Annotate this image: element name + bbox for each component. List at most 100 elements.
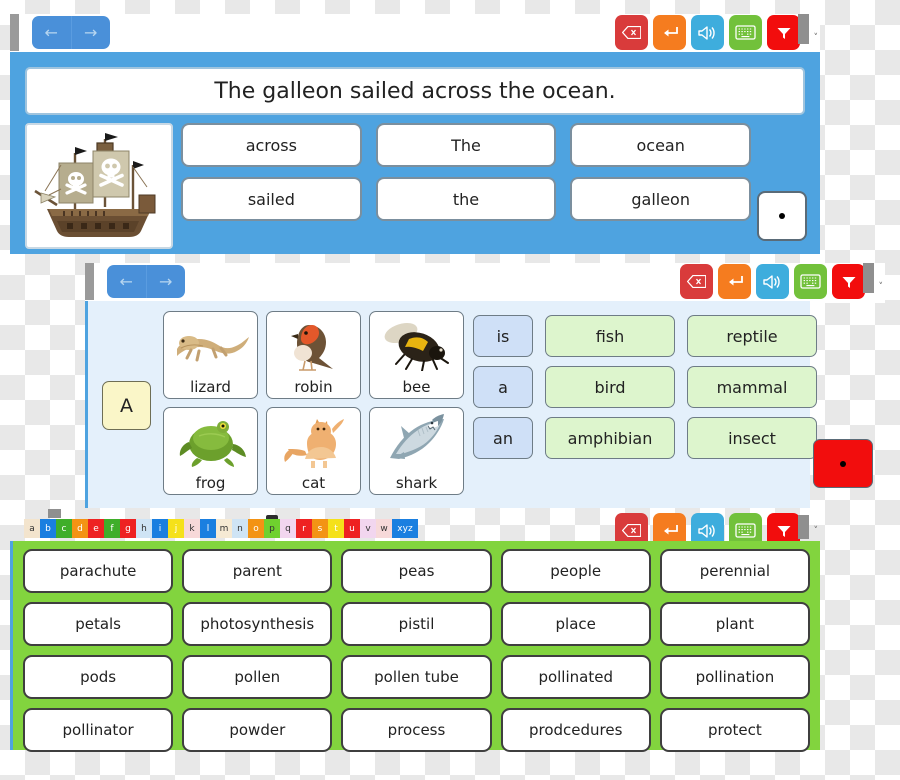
- category-tile[interactable]: bird: [545, 366, 675, 408]
- word-bank-tile[interactable]: plant: [659, 602, 811, 646]
- word-bank-tile[interactable]: parent: [182, 549, 333, 593]
- alphabet-index-bar: a b c d e f g h i j k l m n o p q r s t u v w xyz: [24, 515, 418, 538]
- word-bank-tile[interactable]: peas: [341, 549, 492, 593]
- back-arrow-icon[interactable]: ←: [32, 16, 71, 49]
- alphabet-key-s[interactable]: s: [312, 519, 328, 538]
- alphabet-key-f[interactable]: f: [104, 519, 120, 538]
- alphabet-key-v[interactable]: v: [360, 519, 376, 538]
- keyboard-button[interactable]: [794, 264, 827, 299]
- word-bank-tile[interactable]: perennial: [659, 549, 811, 593]
- word-bank-tile[interactable]: pollinated: [500, 655, 651, 699]
- animal-card-bee[interactable]: bee: [369, 311, 464, 399]
- chevron-down-icon[interactable]: ˅: [814, 34, 819, 43]
- word-bank-tile[interactable]: petals: [23, 602, 174, 646]
- alphabet-key-c[interactable]: c: [56, 519, 72, 538]
- article-tile[interactable]: A: [102, 381, 151, 430]
- period-dot-icon: [840, 460, 846, 467]
- alphabet-key-r[interactable]: r: [296, 519, 312, 538]
- alphabet-key-d[interactable]: d: [72, 519, 88, 538]
- word-tile[interactable]: across: [181, 123, 362, 167]
- speak-button[interactable]: [756, 264, 789, 299]
- alphabet-key-l[interactable]: l: [200, 519, 216, 538]
- alphabet-key-j[interactable]: j: [168, 519, 184, 538]
- alphabet-key-u[interactable]: u: [344, 519, 360, 538]
- alphabet-key-t[interactable]: t: [328, 519, 344, 538]
- speak-button[interactable]: [691, 15, 724, 50]
- period-dot-icon: [779, 213, 785, 219]
- animal-card-robin[interactable]: robin: [266, 311, 361, 399]
- animal-card-cat[interactable]: cat: [266, 407, 361, 495]
- animal-card-lizard[interactable]: lizard: [163, 311, 258, 399]
- word-bank-tile[interactable]: pollinator: [23, 708, 174, 752]
- alphabet-key-xyz[interactable]: xyz: [392, 519, 418, 538]
- word-tile[interactable]: ocean: [570, 123, 752, 167]
- panel1-scroll-grip[interactable]: [10, 14, 19, 51]
- alphabet-key-e[interactable]: e: [88, 519, 104, 538]
- word-bank-tile[interactable]: photosynthesis: [182, 602, 333, 646]
- alphabet-key-q[interactable]: q: [280, 519, 296, 538]
- collapse-button[interactable]: [767, 15, 800, 50]
- animal-label: lizard: [190, 377, 231, 396]
- word-bank-tile[interactable]: people: [500, 549, 651, 593]
- enter-button[interactable]: [718, 264, 751, 299]
- word-tile[interactable]: the: [375, 177, 557, 221]
- alphabet-key-b[interactable]: b: [40, 519, 56, 538]
- word-bank-tile[interactable]: process: [341, 708, 492, 752]
- panel1-nav-group[interactable]: ← →: [32, 16, 110, 49]
- word-tile[interactable]: The: [375, 123, 557, 167]
- period-tile-red[interactable]: [813, 439, 873, 488]
- panel2-right-grip[interactable]: [863, 263, 874, 293]
- category-tile[interactable]: mammal: [687, 366, 817, 408]
- word-bank-tile[interactable]: prodcedures: [500, 708, 651, 752]
- alphabet-key-k[interactable]: k: [184, 519, 200, 538]
- determiner-tile[interactable]: an: [473, 417, 533, 459]
- category-tile[interactable]: reptile: [687, 315, 817, 357]
- panel3-scroll-grip[interactable]: [48, 509, 61, 518]
- word-bank-tile[interactable]: place: [500, 602, 651, 646]
- word-bank-tile[interactable]: pollination: [659, 655, 811, 699]
- word-bank-tile[interactable]: parachute: [23, 549, 174, 593]
- category-tile[interactable]: fish: [545, 315, 675, 357]
- galleon-image-card[interactable]: [25, 123, 173, 249]
- alphabet-key-o[interactable]: o: [248, 519, 264, 538]
- word-bank-tile[interactable]: protect: [659, 708, 811, 752]
- chevron-down-icon[interactable]: ˅: [879, 283, 884, 292]
- forward-arrow-icon[interactable]: →: [70, 16, 111, 49]
- panel3-right-grip[interactable]: [798, 515, 809, 539]
- category-tile[interactable]: insect: [687, 417, 817, 459]
- word-bank-tile[interactable]: pods: [23, 655, 174, 699]
- animal-label: frog: [195, 473, 226, 492]
- alphabet-key-i[interactable]: i: [152, 519, 168, 538]
- determiner-tile[interactable]: is: [473, 315, 533, 357]
- determiner-tile[interactable]: a: [473, 366, 533, 408]
- animal-card-frog[interactable]: frog: [163, 407, 258, 495]
- alphabet-key-p[interactable]: p: [264, 515, 280, 538]
- word-bank-tile[interactable]: pollen: [182, 655, 333, 699]
- alphabet-key-a[interactable]: a: [24, 519, 40, 538]
- period-tile[interactable]: [757, 191, 807, 241]
- alphabet-key-g[interactable]: g: [120, 519, 136, 538]
- word-bank-tile[interactable]: powder: [182, 708, 333, 752]
- backspace-button[interactable]: [680, 264, 713, 299]
- word-tile[interactable]: sailed: [181, 177, 362, 221]
- animal-card-shark[interactable]: shark: [369, 407, 464, 495]
- panel1-right-grip[interactable]: [798, 14, 809, 44]
- panel2-scroll-grip[interactable]: [85, 263, 94, 300]
- keyboard-button[interactable]: [729, 15, 762, 50]
- alphabet-key-h[interactable]: h: [136, 519, 152, 538]
- alphabet-key-w[interactable]: w: [376, 519, 392, 538]
- enter-button[interactable]: [653, 15, 686, 50]
- category-tile[interactable]: amphibian: [545, 417, 675, 459]
- backspace-button[interactable]: [615, 15, 648, 50]
- collapse-button[interactable]: [832, 264, 865, 299]
- chevron-down-icon[interactable]: ˅: [814, 527, 819, 536]
- panel2-nav-group[interactable]: ← →: [107, 265, 185, 298]
- word-tile[interactable]: galleon: [570, 177, 752, 221]
- shark-image: [370, 408, 463, 475]
- alphabet-key-n[interactable]: n: [232, 519, 248, 538]
- word-bank-tile[interactable]: pollen tube: [341, 655, 492, 699]
- back-arrow-icon[interactable]: ←: [107, 265, 146, 298]
- alphabet-key-m[interactable]: m: [216, 519, 232, 538]
- forward-arrow-icon[interactable]: →: [145, 265, 186, 298]
- word-bank-tile[interactable]: pistil: [341, 602, 492, 646]
